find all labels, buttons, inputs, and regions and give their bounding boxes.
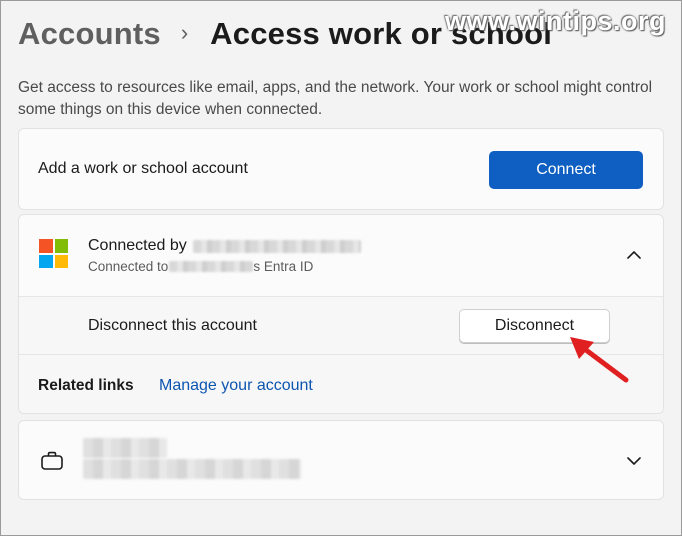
disconnect-label: Disconnect this account: [88, 317, 257, 334]
manage-account-link[interactable]: Manage your account: [159, 377, 313, 395]
chevron-up-icon[interactable]: [625, 246, 643, 264]
other-account-card[interactable]: [18, 420, 664, 500]
connected-account-card: Connected by Connected to s Entra ID Dis…: [18, 214, 664, 414]
breadcrumb-parent-accounts[interactable]: Accounts: [18, 16, 161, 52]
redacted-account-title: [83, 438, 167, 458]
add-account-card: Add a work or school account Connect: [18, 128, 664, 210]
account-title: Connected by: [88, 237, 361, 255]
redacted-account-subtitle: [83, 459, 301, 479]
disconnect-row: Disconnect this account Disconnect: [19, 297, 663, 355]
page-description: Get access to resources like email, apps…: [18, 79, 653, 118]
account-header[interactable]: Connected by Connected to s Entra ID: [19, 215, 663, 297]
account-subtitle-suffix: s Entra ID: [253, 259, 314, 274]
connect-button[interactable]: Connect: [489, 151, 643, 189]
account-subtitle: Connected to s Entra ID: [88, 259, 313, 274]
microsoft-logo-icon: [39, 239, 68, 268]
chevron-down-icon[interactable]: [625, 452, 643, 470]
related-links-label: Related links: [38, 377, 134, 394]
redacted-org-name: [169, 261, 254, 272]
watermark: www.wintips.org: [445, 6, 666, 36]
account-subtitle-prefix: Connected to: [88, 259, 169, 274]
breadcrumb-separator-icon: ›: [180, 20, 189, 45]
add-account-label: Add a work or school account: [38, 160, 248, 177]
account-title-prefix: Connected by: [88, 237, 187, 254]
briefcase-icon: [41, 451, 63, 470]
redacted-account-name: [192, 239, 361, 253]
related-links-row: Related links Manage your account: [19, 355, 663, 413]
disconnect-button[interactable]: Disconnect: [459, 309, 610, 343]
